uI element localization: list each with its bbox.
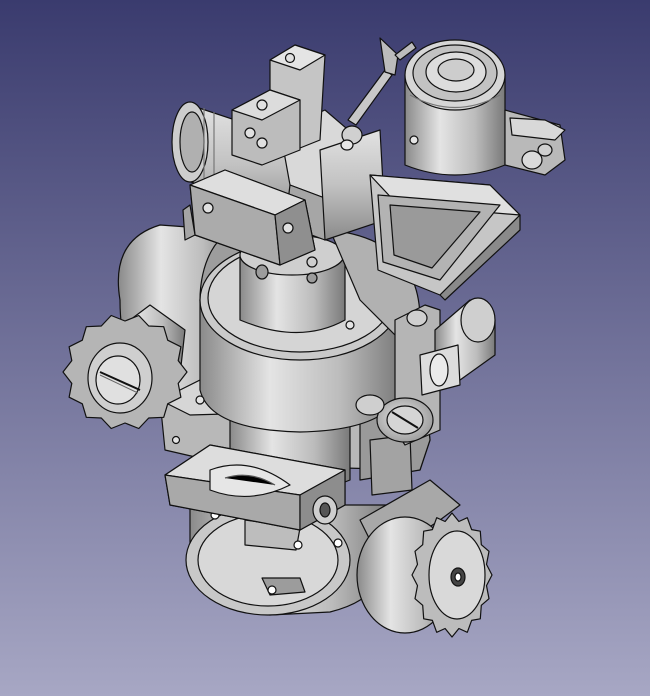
cad-scene[interactable] [0, 0, 650, 696]
3d-viewport[interactable] [0, 0, 650, 696]
